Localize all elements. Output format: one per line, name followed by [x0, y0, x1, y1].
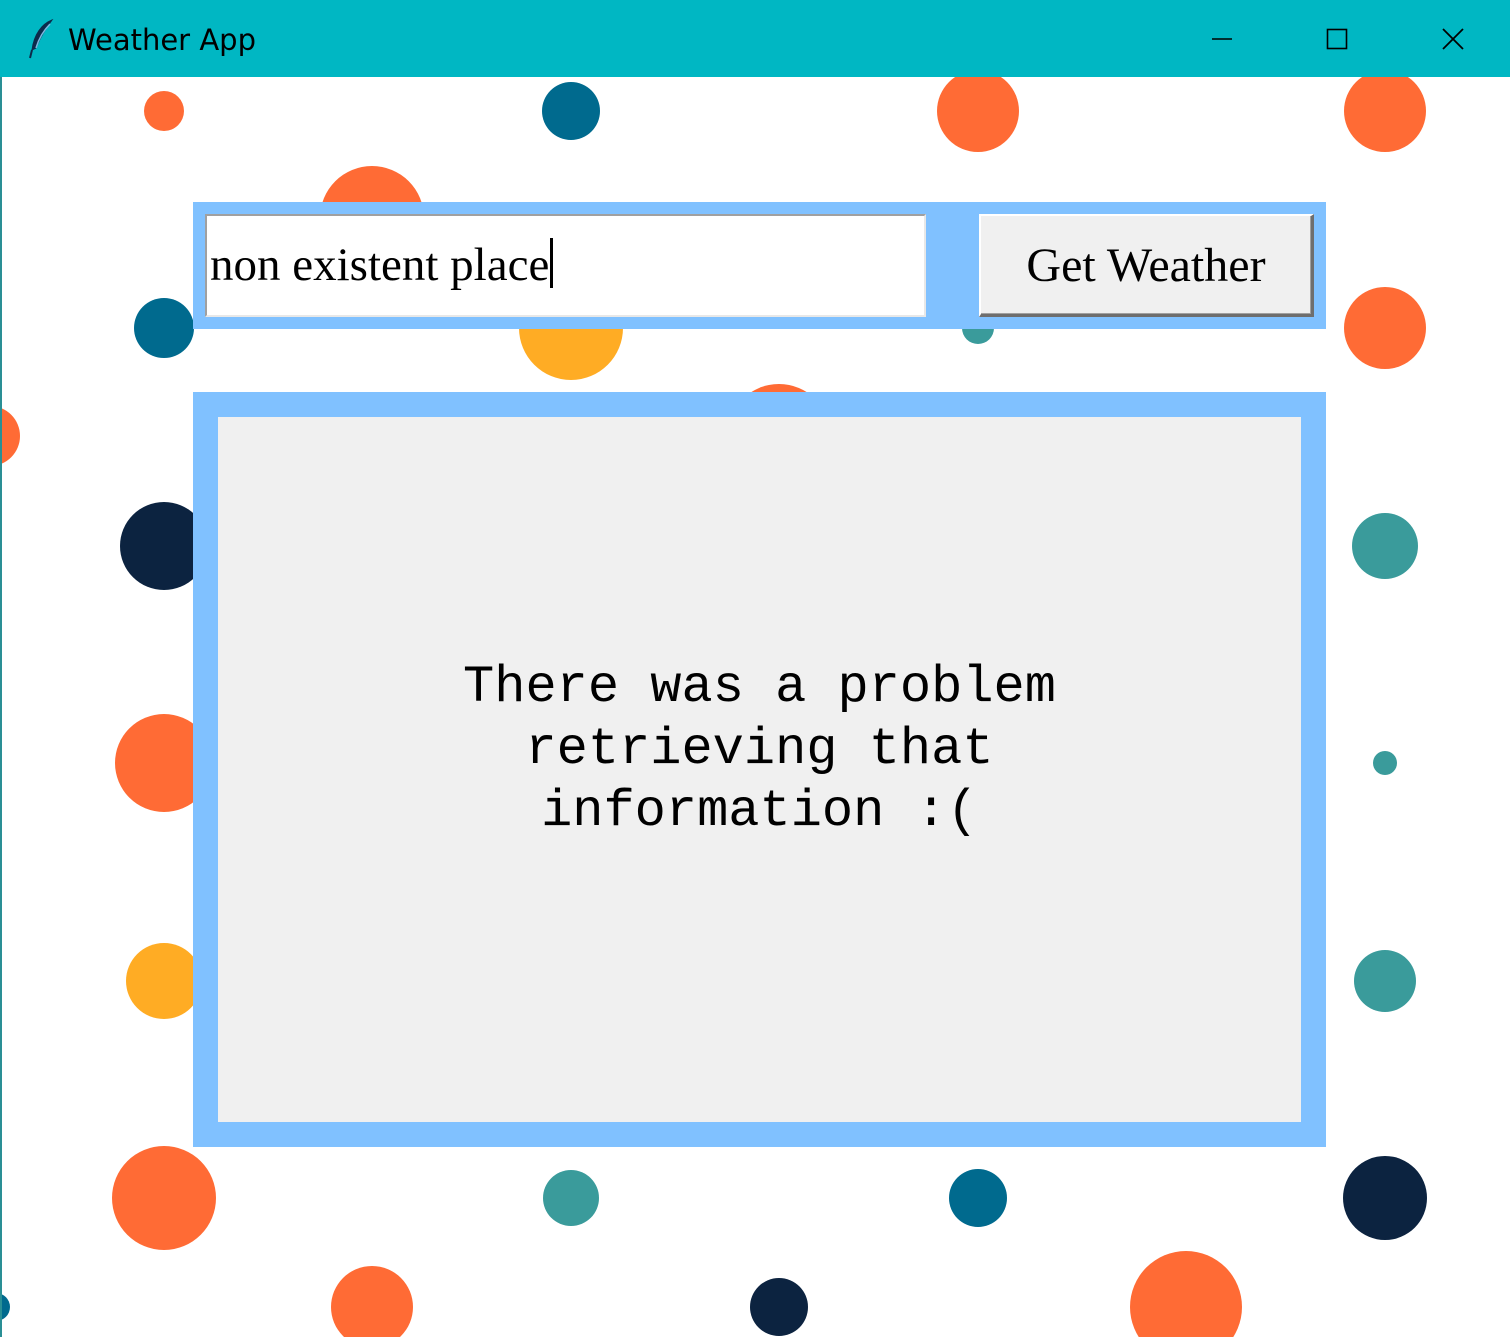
- result-panel: There was a problem retrieving that info…: [218, 417, 1301, 1122]
- text-caret: [550, 238, 554, 288]
- minimize-button[interactable]: [1164, 0, 1280, 77]
- title-bar[interactable]: Weather App: [0, 0, 1510, 77]
- city-search-input[interactable]: non existent place: [205, 214, 926, 317]
- search-input-value: non existent place: [210, 239, 550, 291]
- maximize-icon: [1326, 28, 1348, 50]
- window-title: Weather App: [68, 23, 256, 57]
- feather-icon: [28, 18, 56, 60]
- window-content: non existent place Get Weather There was…: [0, 77, 1510, 1337]
- close-icon: [1441, 27, 1465, 51]
- window-left-border: [0, 77, 2, 1337]
- minimize-icon: [1211, 28, 1233, 50]
- close-button[interactable]: [1395, 0, 1510, 77]
- get-weather-button[interactable]: Get Weather: [979, 214, 1314, 317]
- app-window: Weather App non existent place Get Weath…: [0, 0, 1510, 1337]
- error-message: There was a problem retrieving that info…: [463, 657, 1056, 841]
- maximize-button[interactable]: [1279, 0, 1395, 77]
